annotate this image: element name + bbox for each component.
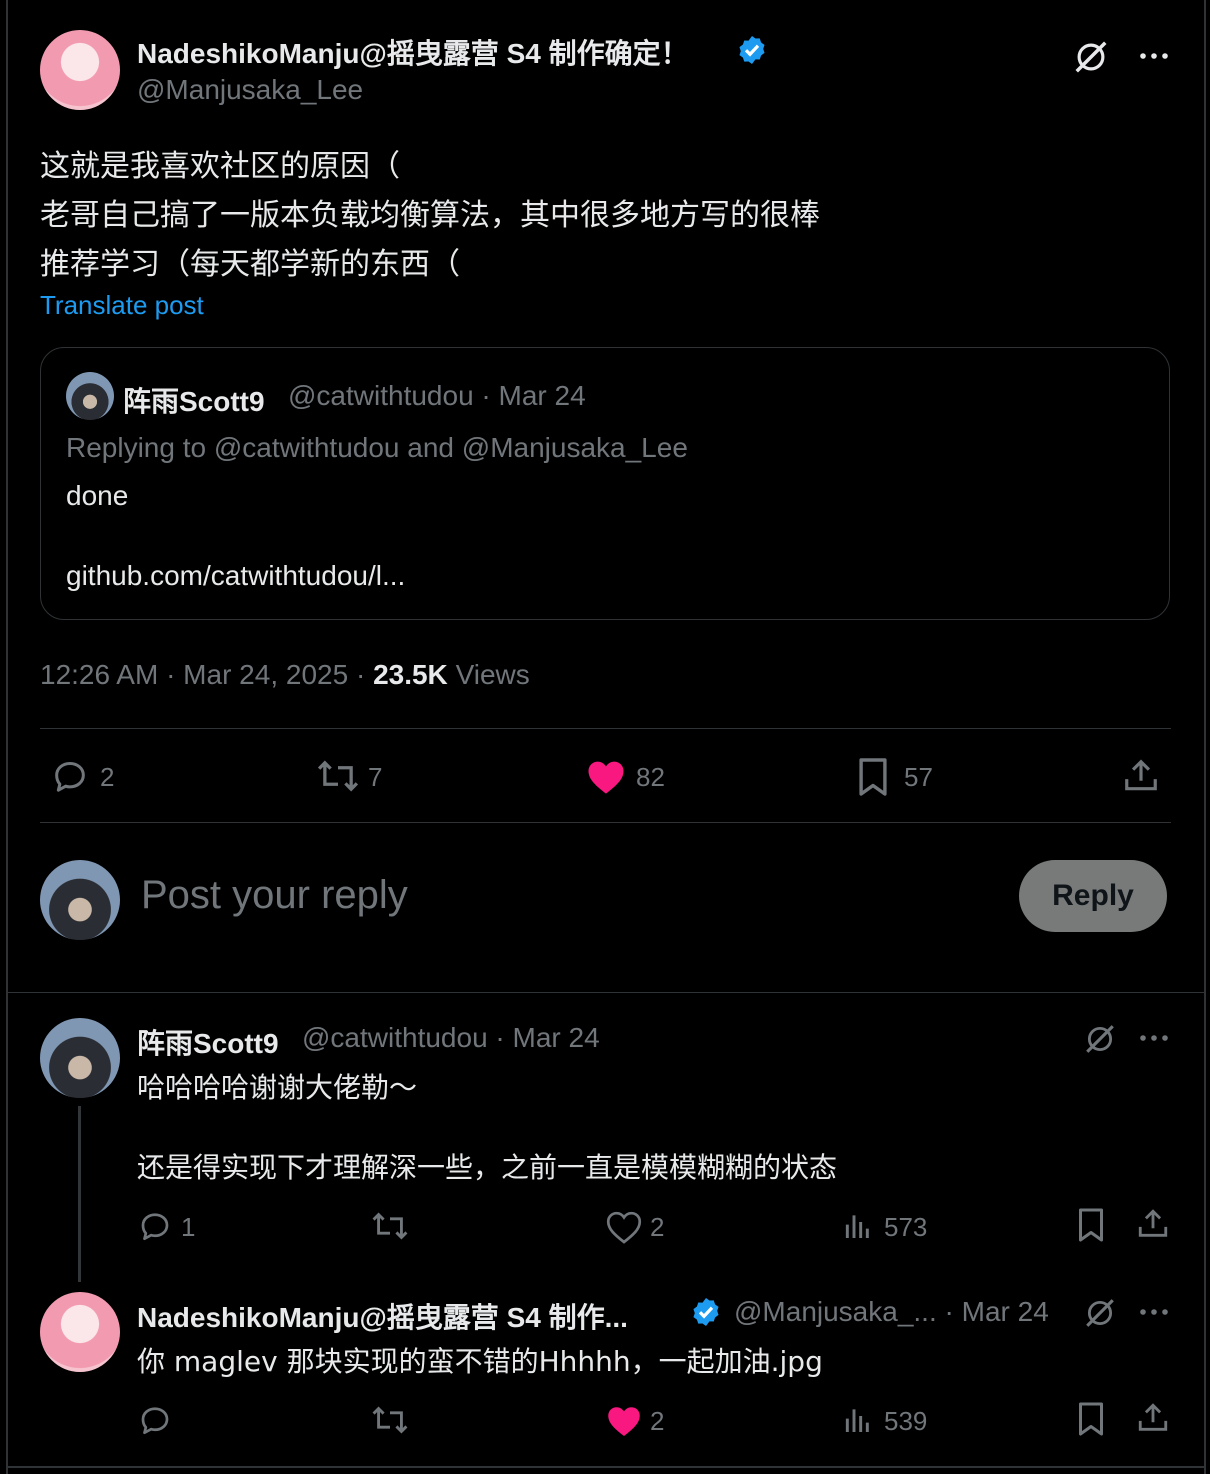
more-icon[interactable] <box>1138 1300 1170 1324</box>
divider <box>8 992 1204 993</box>
like-icon[interactable] <box>606 1404 642 1438</box>
post-text-line: 这就是我喜欢社区的原因（ <box>40 149 400 184</box>
reply-count: 2 <box>100 762 115 792</box>
author-handle[interactable]: @Manjusaka_Lee <box>137 74 363 106</box>
frame-border-left <box>6 0 8 1474</box>
grok-icon[interactable] <box>1083 1022 1117 1056</box>
quoted-link[interactable]: github.com/catwithtudou/l... <box>66 560 405 592</box>
post-meta: 12:26 AM · Mar 24, 2025 · 23.5K Views <box>40 659 530 691</box>
repost-icon[interactable] <box>370 1402 410 1438</box>
author-avatar[interactable] <box>40 30 120 110</box>
share-icon[interactable] <box>1136 1400 1170 1436</box>
post-text-line: 推荐学习（每天都学新的东西（ <box>40 247 460 282</box>
current-user-avatar <box>40 860 120 940</box>
repost-icon[interactable] <box>315 756 361 796</box>
more-icon[interactable] <box>1138 1026 1170 1050</box>
grok-icon[interactable] <box>1072 38 1110 76</box>
more-icon[interactable] <box>1138 44 1170 68</box>
views-icon[interactable] <box>842 1210 874 1242</box>
views-count: 573 <box>884 1212 928 1242</box>
author-display-name[interactable]: NadeshikoManju@摇曳露营 S4 制作确定！ <box>137 32 689 72</box>
quoted-replying-to: Replying to @catwithtudou and @Manjusaka… <box>66 432 688 463</box>
reply-display-name[interactable]: 阵雨Scott9 <box>137 1022 279 1062</box>
like-icon[interactable] <box>606 1210 642 1244</box>
quoted-handle-date: @catwithtudou · Mar 24 <box>288 380 586 411</box>
reply-avatar[interactable] <box>40 1018 120 1098</box>
quoted-avatar <box>66 372 114 420</box>
post-text: 这就是我喜欢社区的原因（ 老哥自己搞了一版本负载均衡算法，其中很多地方写的很棒 … <box>40 142 820 289</box>
thread-line <box>78 1106 81 1282</box>
like-count: 2 <box>650 1212 665 1242</box>
quoted-text: done <box>66 480 129 511</box>
views-icon[interactable] <box>842 1404 874 1436</box>
quoted-display-name: 阵雨Scott9 <box>123 386 265 417</box>
post-text-line: 老哥自己搞了一版本负载均衡算法，其中很多地方写的很棒 <box>40 198 820 233</box>
verified-badge-icon <box>736 34 768 66</box>
repost-count: 7 <box>368 762 383 792</box>
frame-border-right <box>1204 0 1206 1474</box>
repost-icon[interactable] <box>370 1208 410 1244</box>
frame-border-bottom <box>6 1466 1206 1468</box>
reply-count: 1 <box>181 1212 196 1242</box>
views-label: Views <box>455 659 530 690</box>
bookmark-icon[interactable] <box>1076 1400 1106 1438</box>
like-icon[interactable] <box>586 758 626 796</box>
reply-handle-date[interactable]: @Manjusaka_... · Mar 24 <box>734 1296 1049 1328</box>
bookmark-icon[interactable] <box>856 756 890 798</box>
divider <box>40 728 1171 729</box>
reply-icon[interactable] <box>137 1402 173 1438</box>
views-count: 23.5K <box>373 659 448 690</box>
divider <box>40 822 1171 823</box>
reply-icon[interactable] <box>137 1208 173 1244</box>
share-icon[interactable] <box>1122 756 1160 796</box>
post-timestamp[interactable]: 12:26 AM · Mar 24, 2025 · <box>40 659 373 690</box>
like-count: 2 <box>650 1406 665 1436</box>
reply-text-line: 哈哈哈哈谢谢大佬勒～ <box>137 1071 418 1104</box>
reply-avatar[interactable] <box>40 1292 120 1372</box>
share-icon[interactable] <box>1136 1206 1170 1242</box>
reply-button[interactable]: Reply <box>1019 860 1167 932</box>
reply-display-name[interactable]: NadeshikoManju@摇曳露营 S4 制作... <box>137 1296 628 1336</box>
reply-handle-date[interactable]: @catwithtudou · Mar 24 <box>302 1022 600 1054</box>
bookmark-count: 57 <box>904 762 933 792</box>
bookmark-icon[interactable] <box>1076 1206 1106 1244</box>
like-count: 82 <box>636 762 665 792</box>
verified-badge-icon <box>690 1296 722 1328</box>
reply-icon[interactable] <box>50 756 90 796</box>
reply-input[interactable]: Post your reply <box>141 873 408 918</box>
views-count: 539 <box>884 1406 928 1436</box>
grok-icon[interactable] <box>1083 1296 1117 1330</box>
translate-post-link[interactable]: Translate post <box>40 290 204 321</box>
reply-text-line: 还是得实现下才理解深一些，之前一直是模模糊糊的状态 <box>137 1151 838 1184</box>
reply-text: 你 maglev 那块实现的蛮不错的Hhhhh，一起加油.jpg <box>137 1345 823 1378</box>
